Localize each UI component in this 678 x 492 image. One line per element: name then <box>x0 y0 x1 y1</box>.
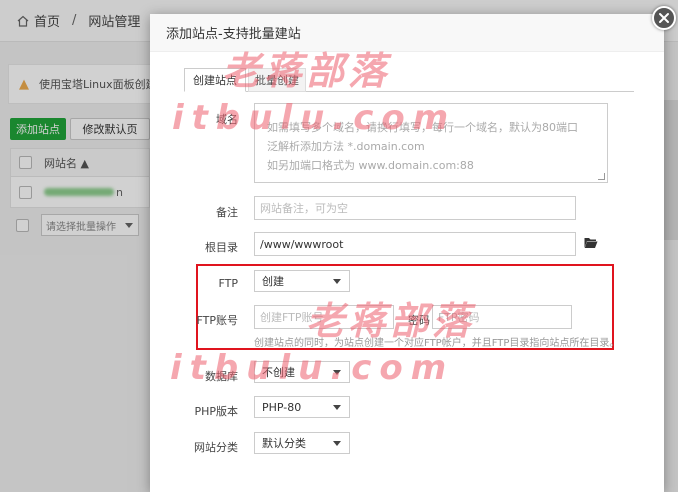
site-category-label: 网站分类 <box>194 441 238 454</box>
ftp-account-label: FTP账号 <box>196 314 239 327</box>
domain-placeholder-line-3: 如另加端口格式为 www.domain.com:88 <box>267 159 474 172</box>
ftp-label: FTP <box>218 277 239 290</box>
root-dir-label: 根目录 <box>205 241 238 254</box>
remark-label: 备注 <box>216 206 238 219</box>
chevron-down-icon <box>333 279 341 284</box>
resize-handle-icon[interactable] <box>598 173 605 180</box>
domain-placeholder-line-2: 泛解析添加方法 *.domain.com <box>267 140 425 153</box>
watermark-en-lower: itbulu.com <box>170 348 455 388</box>
site-category-select[interactable]: 默认分类 <box>254 432 350 454</box>
close-dialog-button[interactable] <box>652 6 676 30</box>
chevron-down-icon <box>333 441 341 446</box>
close-icon <box>659 13 669 23</box>
watermark-cn: 老蒋部落 <box>222 49 391 93</box>
watermark-cn-lower: 老蒋部落 <box>306 299 475 343</box>
remark-placeholder: 网站备注，可为空 <box>260 202 348 215</box>
php-version-label: PHP版本 <box>194 405 238 418</box>
remark-input[interactable]: 网站备注，可为空 <box>254 196 576 220</box>
site-category-value: 默认分类 <box>262 437 306 450</box>
php-version-select[interactable]: PHP-80 <box>254 396 350 418</box>
php-version-value: PHP-80 <box>262 400 302 414</box>
root-dir-value: /www/wwwroot <box>260 237 344 251</box>
root-dir-input[interactable]: /www/wwwroot <box>254 232 576 256</box>
chevron-down-icon <box>333 405 341 410</box>
folder-open-icon[interactable] <box>584 237 598 249</box>
watermark-en: itbulu.com <box>172 98 457 138</box>
ftp-select-value: 创建 <box>262 275 284 288</box>
ftp-select[interactable]: 创建 <box>254 270 350 292</box>
